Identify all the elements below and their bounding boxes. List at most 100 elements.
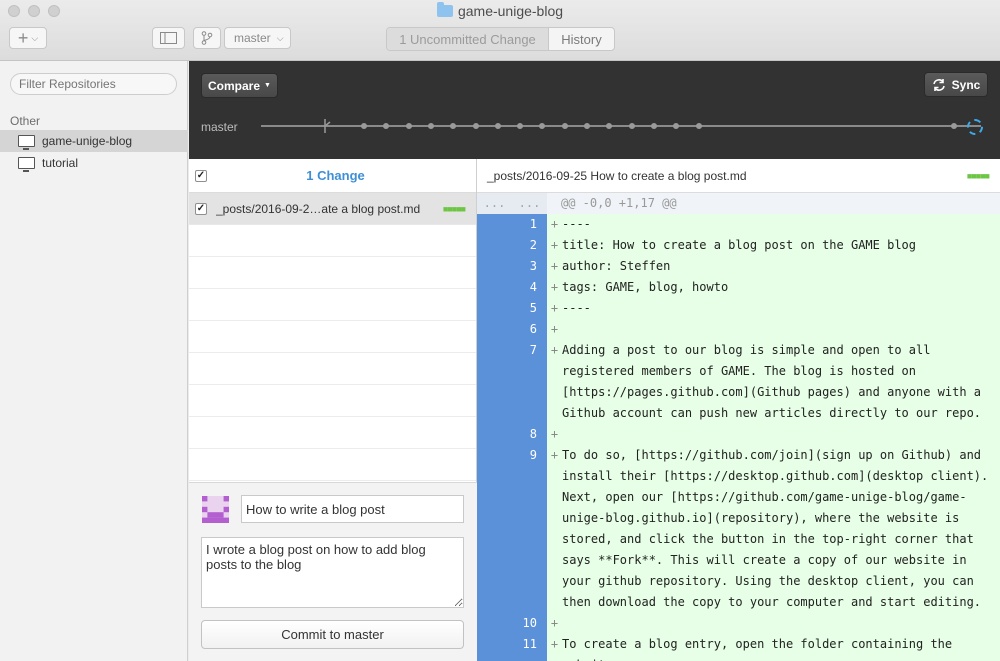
- diff-line-text: ----: [562, 301, 591, 315]
- current-commit-marker[interactable]: [967, 119, 983, 135]
- addition-sign: +: [550, 301, 559, 315]
- addition-sign: +: [550, 259, 559, 273]
- addition-sign: +: [550, 217, 559, 231]
- timeline-commit-dot[interactable]: [472, 123, 479, 129]
- diff-line: 9 + To do so, [https://github.com/join](si…: [477, 445, 1000, 613]
- addition-sign: +: [550, 448, 559, 462]
- commit-summary-input[interactable]: [241, 495, 464, 523]
- computer-icon: [18, 157, 35, 172]
- diff-line: 1 + ----: [477, 214, 1000, 235]
- commit-form: I wrote a blog post on how to add blog p…: [189, 482, 477, 661]
- repository-sidebar: Other game-unige-blog tutorial: [0, 61, 188, 661]
- new-line-number: 3: [512, 256, 547, 277]
- branch-timeline-bar: Compare ▼ Sync master: [189, 61, 1000, 159]
- diff-header: _posts/2016-09-25 How to create a blog p…: [477, 159, 1000, 193]
- timeline-commit-dot[interactable]: [584, 123, 590, 129]
- changed-file-row[interactable]: ✓ _posts/2016-09-2…ate a blog post.md ■■…: [189, 193, 476, 225]
- timeline-commit-dot[interactable]: [951, 123, 957, 129]
- diff-line-text: To do so, [https://github.com/join](sign…: [562, 448, 996, 609]
- caret-down-icon: ▼: [264, 82, 271, 89]
- diff-content[interactable]: ... ... @@ -0,0 +1,17 @@ 1 + ---- 2 + title: …: [477, 193, 1000, 661]
- filter-repositories-input[interactable]: [10, 73, 177, 95]
- chevron-down-icon: ⌵: [276, 32, 284, 43]
- empty-row: [189, 257, 476, 289]
- empty-row: [189, 417, 476, 449]
- file-checkbox[interactable]: ✓: [195, 202, 207, 215]
- addition-sign: +: [550, 616, 559, 630]
- addition-sign: +: [550, 280, 559, 294]
- compare-button[interactable]: Compare ▼: [201, 73, 278, 98]
- new-line-number: 8: [512, 424, 547, 445]
- toolbar: game-unige-blog + ⌵ master ⌵ 1 Uncommitt…: [0, 0, 1000, 61]
- addition-sign: +: [550, 322, 559, 336]
- commit-button[interactable]: Commit to master: [201, 620, 464, 649]
- repo-item-tutorial[interactable]: tutorial: [0, 152, 188, 174]
- old-line-number: [477, 613, 512, 634]
- addition-sign: +: [550, 343, 559, 357]
- new-line-number: 7: [512, 340, 547, 424]
- timeline-commit-dot[interactable]: [383, 123, 390, 129]
- diff-line-text: title: How to create a blog post on the …: [562, 238, 917, 252]
- diff-filename: _posts/2016-09-25 How to create a blog p…: [487, 168, 747, 183]
- diff-line-text: Adding a post to our blog is simple and …: [562, 343, 989, 420]
- diff-line-text: ----: [562, 217, 591, 231]
- addition-sign: +: [550, 637, 559, 651]
- new-line-number: 2: [512, 235, 547, 256]
- diff-line: 11 + To create a blog entry, open the fold…: [477, 634, 1000, 661]
- old-line-gutter: ...: [477, 193, 512, 214]
- plus-icon: +: [17, 28, 29, 48]
- sync-button[interactable]: Sync: [924, 72, 988, 97]
- select-all-checkbox[interactable]: ✓: [195, 169, 207, 182]
- timeline-commit-dot[interactable]: [650, 123, 657, 129]
- new-line-number: 4: [512, 277, 547, 298]
- add-repository-button[interactable]: + ⌵: [9, 27, 47, 49]
- new-line-number: 1: [512, 214, 547, 235]
- empty-row: [189, 225, 476, 257]
- folder-icon: [436, 2, 453, 17]
- timeline-commit-dot[interactable]: [427, 123, 434, 129]
- diff-line: 6 +: [477, 319, 1000, 340]
- branch-start-icon: [324, 119, 331, 133]
- computer-icon: [18, 135, 35, 150]
- changed-file-name: _posts/2016-09-2…ate a blog post.md: [216, 201, 421, 216]
- empty-row: [189, 385, 476, 417]
- timeline-commit-dot[interactable]: [695, 123, 702, 129]
- timeline-commit-dot[interactable]: [539, 123, 546, 129]
- timeline-commit-dot[interactable]: [361, 123, 367, 129]
- old-line-number: [477, 256, 512, 277]
- new-line-number: 6: [512, 319, 547, 340]
- timeline-commit-dot[interactable]: [405, 123, 412, 129]
- toggle-sidebar-button[interactable]: [152, 27, 185, 49]
- old-line-number: [477, 214, 512, 235]
- timeline-commit-dot[interactable]: [494, 123, 501, 129]
- timeline-commit-dot[interactable]: [673, 123, 680, 129]
- old-line-number: [477, 340, 512, 424]
- chevron-down-icon: ⌵: [31, 32, 39, 43]
- commit-timeline: [261, 125, 981, 127]
- create-branch-button[interactable]: [193, 27, 221, 49]
- tab-history[interactable]: History: [549, 28, 614, 50]
- repo-item-game-unige-blog[interactable]: game-unige-blog: [0, 130, 188, 152]
- empty-row: [189, 449, 476, 481]
- old-line-number: [477, 634, 512, 661]
- timeline-commit-dot[interactable]: [561, 123, 568, 129]
- addition-sign: +: [550, 427, 559, 441]
- hunk-header: ... ... @@ -0,0 +1,17 @@: [477, 193, 1000, 214]
- timeline-commit-dot[interactable]: [628, 123, 635, 129]
- window-title: game-unige-blog: [0, 2, 1000, 19]
- diff-line-text: author: Steffen: [562, 259, 671, 273]
- additions-indicator: ■■■■■: [966, 170, 990, 181]
- timeline-commit-dot[interactable]: [517, 123, 524, 129]
- diff-line: 5 + ----: [477, 298, 1000, 319]
- old-line-number: [477, 235, 512, 256]
- commit-description-input[interactable]: I wrote a blog post on how to add blog p…: [201, 537, 464, 608]
- diff-panel: _posts/2016-09-25 How to create a blog p…: [477, 159, 1000, 661]
- sync-icon: [932, 78, 945, 91]
- branch-selector[interactable]: master ⌵: [224, 27, 291, 49]
- timeline-commit-dot[interactable]: [450, 123, 457, 129]
- diff-line-text: tags: GAME, blog, howto: [562, 280, 729, 294]
- tab-uncommitted-changes[interactable]: 1 Uncommitted Change: [387, 28, 549, 50]
- diff-line-text: [562, 424, 1000, 445]
- diff-line: 8 +: [477, 424, 1000, 445]
- timeline-commit-dot[interactable]: [606, 123, 613, 129]
